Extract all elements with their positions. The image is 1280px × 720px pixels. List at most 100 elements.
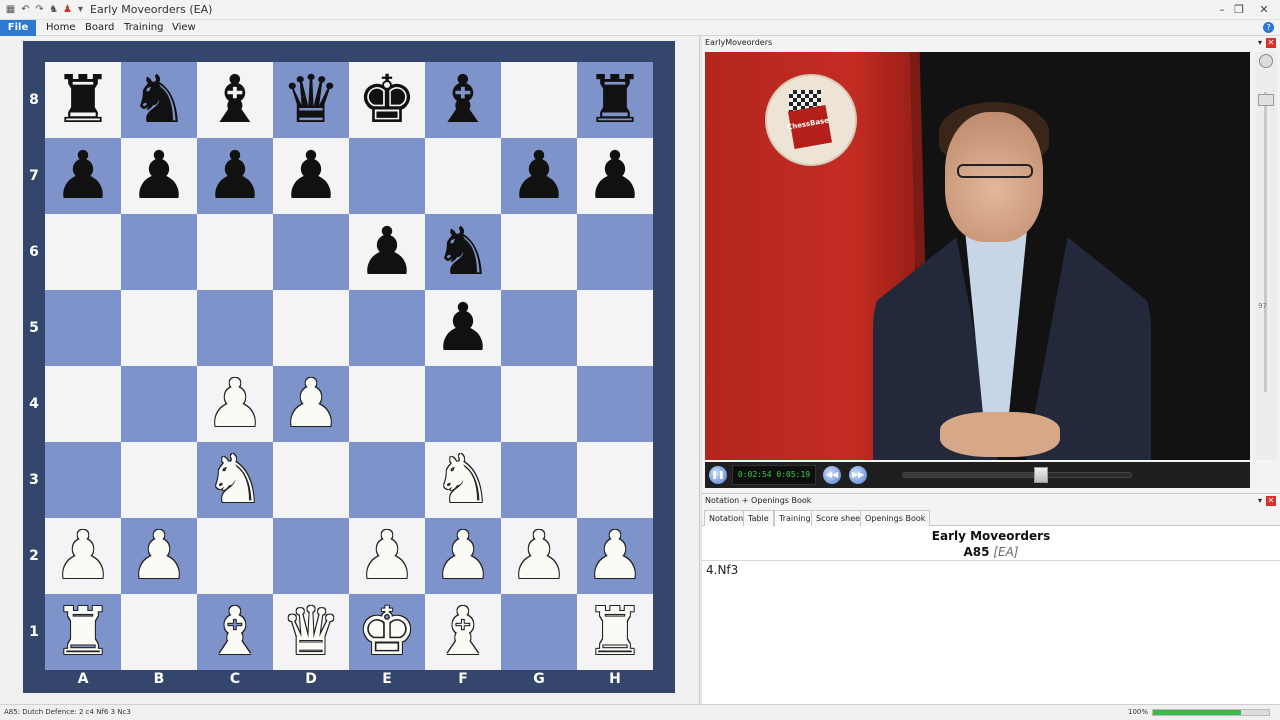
compass-icon[interactable] xyxy=(1259,54,1273,68)
square-a1[interactable]: ♜ xyxy=(45,594,121,670)
black-pawn-icon[interactable]: ♟ xyxy=(129,138,188,214)
black-pawn-icon[interactable]: ♟ xyxy=(509,138,568,214)
square-g7[interactable]: ♟ xyxy=(501,138,577,214)
black-pawn-icon[interactable]: ♟ xyxy=(357,214,416,290)
zoom-slider[interactable] xyxy=(1152,709,1270,716)
square-g4[interactable] xyxy=(501,366,577,442)
square-f1[interactable]: ♝ xyxy=(425,594,501,670)
video-frame[interactable]: ChessBase xyxy=(705,52,1250,460)
white-pawn-icon[interactable]: ♟ xyxy=(357,518,416,594)
move-list[interactable]: 4.Nf3 xyxy=(706,563,738,577)
square-g8[interactable] xyxy=(501,62,577,138)
square-h6[interactable] xyxy=(577,214,653,290)
chess-board[interactable]: ♜ ♞ ♝ ♛ ♚ ♝ ♜ ♟ ♟ ♟ ♟ ♟ ♟ ♟ ♞ ♟ ♟ ♟ ♞ ♞ ♟ ♟ ♟ ♟ ♟ ♟ ♜ ♝ ♛ ♚ ♝ ♜ xyxy=(45,62,653,670)
menu-board[interactable]: Board xyxy=(79,20,120,36)
close-pane-icon[interactable]: ✕ xyxy=(1266,38,1276,48)
square-h1[interactable]: ♜ xyxy=(577,594,653,670)
square-d3[interactable] xyxy=(273,442,349,518)
pane-menu-icon[interactable]: ▾ xyxy=(1258,496,1262,506)
square-f8[interactable]: ♝ xyxy=(425,62,501,138)
black-pawn-icon[interactable]: ♟ xyxy=(205,138,264,214)
white-knight-icon[interactable]: ♞ xyxy=(433,442,492,518)
square-d4[interactable]: ♟ xyxy=(273,366,349,442)
square-f2[interactable]: ♟ xyxy=(425,518,501,594)
square-d1[interactable]: ♛ xyxy=(273,594,349,670)
square-e4[interactable] xyxy=(349,366,425,442)
square-e7[interactable] xyxy=(349,138,425,214)
white-pawn-icon[interactable]: ♟ xyxy=(205,366,264,442)
restore-button[interactable]: ❐ xyxy=(1230,1,1248,18)
square-h4[interactable] xyxy=(577,366,653,442)
white-bishop-icon[interactable]: ♝ xyxy=(205,594,264,670)
black-bishop-icon[interactable]: ♝ xyxy=(205,62,264,138)
white-bishop-icon[interactable]: ♝ xyxy=(433,594,492,670)
black-rook-icon[interactable]: ♜ xyxy=(585,62,644,138)
menu-file[interactable]: File xyxy=(0,20,36,36)
square-c6[interactable] xyxy=(197,214,273,290)
close-button[interactable]: ✕ xyxy=(1255,1,1273,18)
square-d2[interactable] xyxy=(273,518,349,594)
square-c2[interactable] xyxy=(197,518,273,594)
square-c5[interactable] xyxy=(197,290,273,366)
white-knight-icon[interactable]: ♞ xyxy=(205,442,264,518)
pause-icon[interactable]: ❚❚ xyxy=(709,466,727,484)
white-queen-icon[interactable]: ♛ xyxy=(281,594,340,670)
black-pawn-icon[interactable]: ♟ xyxy=(281,138,340,214)
square-a6[interactable] xyxy=(45,214,121,290)
tool-icon[interactable]: ♟ xyxy=(61,3,74,16)
black-king-icon[interactable]: ♚ xyxy=(357,62,416,138)
square-f5[interactable]: ♟ xyxy=(425,290,501,366)
redo-icon[interactable]: ↷ xyxy=(33,3,46,16)
square-a3[interactable] xyxy=(45,442,121,518)
square-b7[interactable]: ♟ xyxy=(121,138,197,214)
white-pawn-icon[interactable]: ♟ xyxy=(129,518,188,594)
square-c8[interactable]: ♝ xyxy=(197,62,273,138)
tab-notation[interactable]: Notation xyxy=(704,510,749,526)
pane-menu-icon[interactable]: ▾ xyxy=(1258,38,1262,48)
square-c4[interactable]: ♟ xyxy=(197,366,273,442)
square-h7[interactable]: ♟ xyxy=(577,138,653,214)
square-f7[interactable] xyxy=(425,138,501,214)
square-b2[interactable]: ♟ xyxy=(121,518,197,594)
square-a2[interactable]: ♟ xyxy=(45,518,121,594)
black-rook-icon[interactable]: ♜ xyxy=(53,62,112,138)
square-g3[interactable] xyxy=(501,442,577,518)
white-pawn-icon[interactable]: ♟ xyxy=(585,518,644,594)
close-pane-icon[interactable]: ✕ xyxy=(1266,496,1276,506)
volume-slider-thumb[interactable] xyxy=(1258,94,1274,106)
square-f3[interactable]: ♞ xyxy=(425,442,501,518)
white-pawn-icon[interactable]: ♟ xyxy=(281,366,340,442)
menu-home[interactable]: Home xyxy=(40,20,82,36)
black-pawn-icon[interactable]: ♟ xyxy=(53,138,112,214)
square-a5[interactable] xyxy=(45,290,121,366)
minimize-button[interactable]: – xyxy=(1213,1,1231,18)
square-e3[interactable] xyxy=(349,442,425,518)
square-b1[interactable] xyxy=(121,594,197,670)
square-b3[interactable] xyxy=(121,442,197,518)
square-f4[interactable] xyxy=(425,366,501,442)
white-pawn-icon[interactable]: ♟ xyxy=(433,518,492,594)
menu-training[interactable]: Training xyxy=(118,20,169,36)
menu-view[interactable]: View xyxy=(166,20,202,36)
white-pawn-icon[interactable]: ♟ xyxy=(53,518,112,594)
black-knight-icon[interactable]: ♞ xyxy=(129,62,188,138)
black-pawn-icon[interactable]: ♟ xyxy=(433,290,492,366)
square-c7[interactable]: ♟ xyxy=(197,138,273,214)
black-pawn-icon[interactable]: ♟ xyxy=(585,138,644,214)
undo-icon[interactable]: ↶ xyxy=(19,3,32,16)
square-g2[interactable]: ♟ xyxy=(501,518,577,594)
square-e5[interactable] xyxy=(349,290,425,366)
volume-track[interactable] xyxy=(1264,92,1267,392)
square-h5[interactable] xyxy=(577,290,653,366)
square-a8[interactable]: ♜ xyxy=(45,62,121,138)
square-d8[interactable]: ♛ xyxy=(273,62,349,138)
square-e2[interactable]: ♟ xyxy=(349,518,425,594)
white-pawn-icon[interactable]: ♟ xyxy=(509,518,568,594)
square-d7[interactable]: ♟ xyxy=(273,138,349,214)
square-b5[interactable] xyxy=(121,290,197,366)
square-b4[interactable] xyxy=(121,366,197,442)
piece-icon[interactable]: ♞ xyxy=(47,3,60,16)
square-g1[interactable] xyxy=(501,594,577,670)
square-a4[interactable] xyxy=(45,366,121,442)
black-queen-icon[interactable]: ♛ xyxy=(281,62,340,138)
